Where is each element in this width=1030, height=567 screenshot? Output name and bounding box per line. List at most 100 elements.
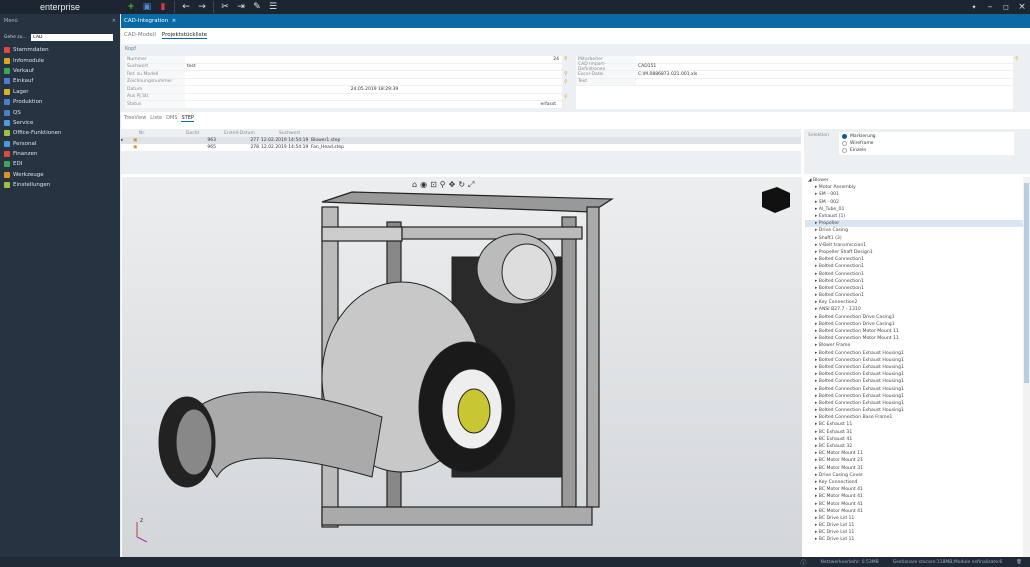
tree-item[interactable]: ▸ BC Motor Mount 21 — [805, 457, 1030, 464]
window-pin-icon[interactable]: ✦ — [966, 0, 982, 14]
tab-cad-modell[interactable]: CAD-Modell — [124, 32, 156, 39]
tree-item[interactable]: ▸ Key Connection2 — [805, 299, 1030, 306]
sidebar-item-personal[interactable]: Personal — [0, 139, 120, 149]
tree-item[interactable]: ▸ V-Belt transmiccion1 — [805, 242, 1030, 249]
tree-item[interactable]: ▸ Bolted Connection Exhaust Housing1 — [805, 385, 1030, 392]
tree-item[interactable]: ▸ Drive Casing — [805, 227, 1030, 234]
tab-liste[interactable]: Liste — [150, 115, 162, 122]
tree-item[interactable]: ▸ BC Motor Mount 41 — [805, 508, 1030, 515]
sidebar-item-stammdaten[interactable]: Stammdaten — [0, 45, 120, 55]
field-value[interactable]: 24.05.2019 18:29:39 — [185, 87, 562, 92]
sidebar-item-qs[interactable]: QS — [0, 107, 120, 117]
tree-item[interactable]: ▸ BC Drive Lid 11 — [805, 529, 1030, 536]
info-icon[interactable]: ⓘ — [801, 558, 807, 567]
search-icon[interactable]: ⚲ — [564, 56, 568, 64]
radio-markierung[interactable]: Markierung — [842, 133, 1011, 140]
tree-item[interactable]: ▸ Bolted Connection Exhaust Housing1 — [805, 407, 1030, 414]
tree-item[interactable]: ▸ Motor Assembly — [805, 184, 1030, 191]
plus-icon[interactable]: + — [123, 0, 139, 14]
tree-item[interactable]: ▸ Exhaust (1) — [805, 213, 1030, 220]
tree-item[interactable]: ▸ Propeller — [805, 220, 1030, 228]
tree-item[interactable]: ▸ Shaft1 (3) — [805, 235, 1030, 242]
table-row[interactable]: ▸ ▣ 963 277 12.02.2019 14:54:19 Blower1.step — [121, 137, 801, 144]
col-docid[interactable]: DocId — [166, 131, 216, 136]
tree-item[interactable]: ▸ Drive Casing Cover — [805, 472, 1030, 479]
zoom-icon[interactable]: ⚲ — [440, 180, 446, 190]
view-icon[interactable]: ◉ — [420, 180, 427, 190]
tree-item[interactable]: ▸ BC Motor Mount 11 — [805, 450, 1030, 457]
tree-item[interactable]: ▸ BC Drive Lid 11 — [805, 522, 1030, 529]
tree-item[interactable]: ▸ BC Motor Mount 41 — [805, 500, 1030, 507]
3d-viewer[interactable]: ⌂ ◉ ⊡ ⚲ ✥ ↻ ⤢ z — [122, 177, 802, 557]
sidebar-item-finanzen[interactable]: Finanzen — [0, 149, 120, 159]
col-nr[interactable]: Nr. — [131, 131, 166, 136]
import-icon[interactable]: ⇥ — [233, 0, 249, 14]
tree-item[interactable]: ▸ Bolted Connection Exhaust Housing1 — [805, 378, 1030, 385]
search-icon[interactable]: ⚲ — [564, 94, 568, 102]
tree-item[interactable]: ▸ BC Exhaust 41 — [805, 436, 1030, 443]
field-value[interactable]: C:\M.0886873.021.001.xls — [636, 72, 1013, 77]
tree-item[interactable]: ▸ Bolted Connection Exhaust Housing1 — [805, 350, 1030, 357]
tree-item[interactable]: ▸ BC Motor Mount 31 — [805, 465, 1030, 472]
fit-icon[interactable]: ⤢ — [468, 180, 474, 190]
field-value[interactable]: CAD151 — [636, 64, 1013, 69]
field-value[interactable]: test — [185, 64, 562, 69]
tree-item[interactable]: ▸ Bolted Connection Exhaust Housing1 — [805, 400, 1030, 407]
field-value[interactable]: 24 — [185, 57, 562, 62]
sidebar-item-edi[interactable]: EDI — [0, 159, 120, 169]
tree-item[interactable]: ▸ SM - 002 — [805, 199, 1030, 206]
tree-item[interactable]: ▸ Blower Frame — [805, 342, 1030, 349]
sidebar-item-infomodule[interactable]: Infomodule — [0, 55, 120, 65]
tree-item[interactable]: ▸ Bolted Connection1 — [805, 278, 1030, 285]
zoom-box-icon[interactable]: ⊡ — [430, 180, 437, 190]
document-tab[interactable]: CAD-Integration × — [121, 14, 1030, 28]
radio-circle[interactable] — [842, 148, 847, 153]
sidebar-item-einkauf[interactable]: Einkauf — [0, 76, 120, 86]
tree-item[interactable]: ▸ Propeller Shaft Design1 — [805, 249, 1030, 256]
tab-projektstueckliste[interactable]: Projektstückliste — [161, 32, 208, 39]
minimize-icon[interactable]: – — [982, 0, 998, 14]
sidebar-item-verkauf[interactable]: Verkauf — [0, 66, 120, 76]
tree-item[interactable]: ▸ BC Drive Lid 11 — [805, 515, 1030, 522]
tree-item[interactable]: ▸ Al_Tube_01 — [805, 206, 1030, 213]
sidebar-item-produktion[interactable]: Produktion — [0, 97, 120, 107]
field-value[interactable]: erfasst — [185, 102, 562, 107]
tree-item[interactable]: ▸ Bolted Connection1 — [805, 263, 1030, 270]
tab-treeview[interactable]: TreeView — [124, 115, 146, 122]
tree-item[interactable]: ▸ SM - 001 — [805, 191, 1030, 198]
radio-circle[interactable] — [842, 134, 847, 139]
tree-item[interactable]: ▸ Bolted Connection Motor Mount 11 — [805, 335, 1030, 342]
tree-item[interactable]: ▸ Bolted Connection1 — [805, 285, 1030, 292]
tree-item[interactable]: ▸ BC Exhaust 31 — [805, 429, 1030, 436]
maximize-icon[interactable]: □ — [998, 0, 1014, 14]
tools-icon[interactable]: ✂ — [217, 0, 233, 14]
tab-step[interactable]: STEP — [181, 115, 194, 122]
tree-item[interactable]: ▸ BC Motor Mount 41 — [805, 486, 1030, 493]
table-row[interactable]: ▣ 965 278 12.02.2019 14:54:19 Fan_Head.step — [121, 144, 801, 151]
tree-item[interactable]: ▸ BC Exhaust 11 — [805, 421, 1030, 428]
tree-root[interactable]: ◢ Blower — [805, 177, 1030, 184]
pin-icon[interactable]: ✎ — [249, 0, 265, 14]
radio-circle[interactable] — [842, 141, 847, 146]
tab-dms[interactable]: DMS — [166, 115, 177, 122]
search-icon[interactable]: ⚲ — [564, 79, 568, 87]
trash-icon[interactable]: 🗑 — [1016, 560, 1022, 565]
search-icon[interactable]: ⚲ — [564, 71, 568, 79]
tree-item[interactable]: ▸ Key Connection4 — [805, 479, 1030, 486]
tree-item[interactable]: ▸ Bolted Connection Exhaust Housing1 — [805, 371, 1030, 378]
tab-close-icon[interactable]: × — [172, 18, 177, 24]
tree-item[interactable]: ▸ Bolted Connection Motor Mount 11 — [805, 328, 1030, 335]
col-suchwort[interactable]: Suchwort — [261, 131, 311, 136]
tree-item[interactable]: ▸ Bolted Connection Exhaust Housing1 — [805, 357, 1030, 364]
sidebar-item-einstellungen[interactable]: Einstellungen — [0, 180, 120, 190]
goto-input[interactable] — [30, 34, 113, 41]
tree-item[interactable]: ▸ BC Drive Lid 11 — [805, 536, 1030, 543]
home-icon[interactable]: ⌂ — [412, 180, 417, 190]
radio-wireframe[interactable]: Wireframe — [842, 140, 1011, 147]
save-icon[interactable]: ▣ — [139, 0, 155, 14]
pan-icon[interactable]: ✥ — [449, 180, 456, 190]
tree-item[interactable]: ▸ ANSI B27.7 - 1310 — [805, 306, 1030, 313]
tree-item[interactable]: ▸ Bolted Connection Drive Casing1 — [805, 314, 1030, 321]
tree-item[interactable]: ▸ BC Exhaust 32 — [805, 443, 1030, 450]
sidebar-item-office-funktionen[interactable]: Office-Funktionen — [0, 128, 120, 138]
